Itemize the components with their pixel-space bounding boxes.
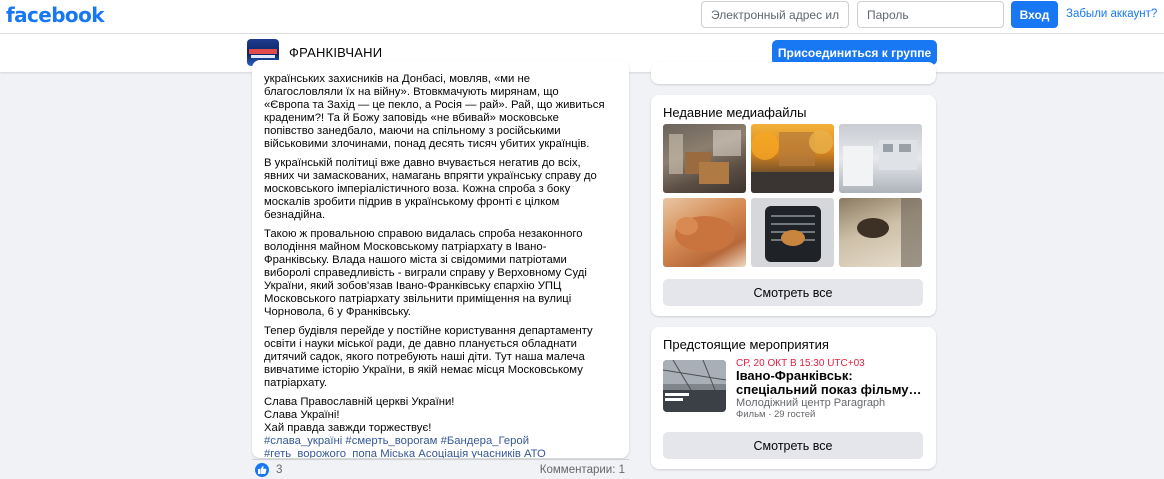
- post-line: військовими злочинами, понад десять тися…: [264, 138, 590, 150]
- hashtag-line[interactable]: #геть_ворожого_попа Міська Асоціація уча…: [264, 448, 624, 458]
- post-paragraph-4: Тепер будівля перейде у постійне користу…: [264, 325, 624, 390]
- post-line: попівство занедбало, маючи на спільному …: [264, 125, 561, 137]
- post-line: явних чи замаскованих, намагань впрягти …: [264, 170, 597, 182]
- event-title-line: спеціальний показ фільму…: [736, 382, 922, 397]
- about-card-bottom: [651, 62, 936, 84]
- post-line: благословляли їх на війну». Втовкмачують…: [264, 86, 559, 98]
- post-line: Тепер будівля перейде у постійне користу…: [264, 325, 593, 337]
- post-line: В українській політиці вже давно вчуваєт…: [264, 157, 581, 169]
- photo-thumbnail[interactable]: [751, 198, 834, 267]
- photo-thumbnail[interactable]: [663, 124, 746, 193]
- post-paragraph-1: українських захисників на Донбасі, мовля…: [264, 73, 624, 151]
- post-line: володіння майном Московському патріархат…: [264, 241, 547, 253]
- post-line: «Європа та Захід — це пекло, а Росія — р…: [264, 99, 605, 111]
- post-line: дитячий садок, якого потребують наші діт…: [264, 351, 585, 363]
- media-see-all-button[interactable]: Смотреть все: [663, 279, 923, 306]
- event-title-line: Івано-Франківськ:: [736, 368, 853, 383]
- login-button[interactable]: Вход: [1011, 1, 1058, 28]
- post-hashtags: #слава_україні #смерть_ворогам #Бандера_…: [264, 435, 624, 458]
- post-divider: [252, 459, 629, 460]
- group-name[interactable]: ФРАНКІВЧАНИ: [289, 45, 382, 60]
- top-navigation-bar: facebook Вход Забыли аккаунт?: [0, 0, 1164, 34]
- post-line: москалів зробити підрив в українському ф…: [264, 196, 560, 208]
- photo-thumbnail[interactable]: [751, 124, 834, 193]
- event-title[interactable]: Івано-Франківськ: спеціальний показ філь…: [736, 369, 926, 397]
- post-card: українських захисників на Донбасі, мовля…: [252, 60, 629, 458]
- post-line: українських захисників на Донбасі, мовля…: [264, 73, 531, 85]
- event-cover-image[interactable]: [663, 360, 726, 412]
- upcoming-events-card: Предстоящие мероприятия СР, 20 ОКТ В 15:…: [651, 327, 936, 469]
- post-line: московського імперіалістичного воза. Кож…: [264, 183, 571, 195]
- post-line: патріархату.: [264, 377, 328, 389]
- post-line: Слава Україні!: [264, 409, 340, 421]
- post-line: вивчатиме історію України, в якій немає …: [264, 364, 583, 376]
- post-line: Слава Православній церкві України!: [264, 396, 455, 408]
- photo-thumbnail[interactable]: [839, 124, 922, 193]
- event-location: Молодіжний центр Paragraph: [736, 397, 886, 409]
- forgot-account-link[interactable]: Забыли аккаунт?: [1066, 8, 1157, 20]
- post-line: освіти і науки міської ради, де давно пл…: [264, 338, 577, 350]
- email-field[interactable]: [701, 1, 849, 28]
- hashtag-line[interactable]: #слава_україні #смерть_ворогам #Бандера_…: [264, 435, 624, 448]
- post-line: Чорновола, 6 у Франківську.: [264, 306, 411, 318]
- events-see-all-button[interactable]: Смотреть все: [663, 432, 923, 459]
- post-body: українських захисників на Донбасі, мовля…: [264, 73, 624, 458]
- recent-media-title: Недавние медиафайлы: [663, 105, 807, 120]
- like-count[interactable]: 3: [276, 464, 282, 476]
- recent-media-card: Недавние медиафайлы Смотреть все: [651, 95, 936, 316]
- photo-thumbnail[interactable]: [839, 198, 922, 267]
- post-line: Московського патріархату звільнити примі…: [264, 293, 572, 305]
- post-paragraph-5: Слава Православній церкві України! Слава…: [264, 396, 624, 435]
- event-meta: Фильм · 29 гостей: [736, 409, 816, 420]
- post-paragraph-2: В українській політиці вже давно вчуваєт…: [264, 157, 624, 222]
- post-paragraph-3: Такою ж провальною справою видалась спро…: [264, 228, 624, 319]
- password-field[interactable]: [857, 1, 1004, 28]
- post-line: виборолі справедливість - виграли справу…: [264, 267, 587, 279]
- post-line: Франківську. Влада нашого міста зі свідо…: [264, 254, 567, 266]
- post-reactions-bar: 3 Комментарии: 1: [252, 461, 629, 479]
- post-line: безнадійна.: [264, 209, 326, 221]
- upcoming-events-title: Предстоящие мероприятия: [663, 337, 829, 352]
- post-line: України, який зобов'язав Івано-Франківсь…: [264, 280, 562, 292]
- facebook-logo[interactable]: facebook: [6, 3, 105, 27]
- post-line: краденим?! Та й Божу заповідь «не вбивай…: [264, 112, 559, 124]
- comments-count[interactable]: Комментарии: 1: [540, 464, 625, 476]
- post-line: Хай правда завжди торжествує!: [264, 422, 432, 434]
- post-line: Такою ж провальною справою видалась спро…: [264, 228, 583, 240]
- like-reaction-icon[interactable]: [255, 463, 269, 477]
- photo-thumbnail[interactable]: [663, 198, 746, 267]
